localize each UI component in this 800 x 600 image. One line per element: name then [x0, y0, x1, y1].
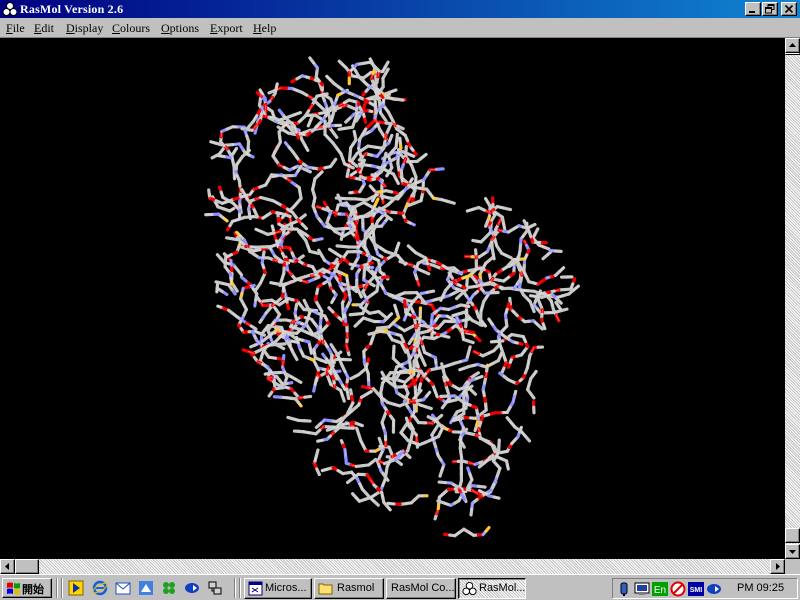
scroll-left-button[interactable] — [0, 559, 15, 574]
taskbar-separator — [234, 578, 236, 598]
taskbar-clock[interactable]: PM 09:25 — [737, 582, 784, 594]
scroll-up-button[interactable] — [785, 38, 800, 53]
horizontal-scrollbar[interactable] — [0, 559, 785, 574]
taskbar-separator — [239, 578, 241, 598]
internet-explorer-icon[interactable] — [92, 580, 108, 596]
microsoft-window-icon — [248, 581, 263, 596]
task-button-rasmol-active[interactable]: RasMol... — [458, 578, 526, 599]
menu-options[interactable]: Options — [161, 21, 199, 36]
windows-logo-icon — [7, 582, 20, 595]
arrow-left-icon — [5, 563, 9, 570]
channels-icon[interactable] — [138, 580, 154, 596]
clover-icon[interactable] — [161, 580, 177, 596]
taskbar: 開始 Micros... Rasmol RasMol Co... RasMol.… — [0, 574, 800, 600]
keyboard-language-label: En — [654, 585, 666, 596]
keyboard-en-icon[interactable]: En — [652, 581, 668, 597]
arrow-icon[interactable] — [184, 580, 200, 596]
network-icon[interactable] — [207, 580, 223, 596]
arrow-icon[interactable] — [706, 581, 722, 597]
protein-molecule-render — [204, 56, 581, 538]
arrow-right-icon — [776, 563, 780, 570]
system-tray: En SMI PM 09:25 — [612, 578, 798, 599]
taskbar-separator — [56, 578, 58, 598]
sound-icon[interactable] — [616, 581, 632, 597]
task-label: RasMol Co... — [391, 582, 455, 594]
title-bar[interactable]: RasMol Version 2.6 — [0, 0, 800, 18]
vertical-scroll-thumb-bottom[interactable] — [785, 528, 800, 543]
close-icon — [784, 4, 794, 14]
start-button[interactable]: 開始 — [2, 578, 52, 598]
rasmol-atoms-icon — [2, 2, 18, 16]
task-label: Micros... — [265, 582, 307, 594]
rasmol-atoms-icon — [462, 581, 477, 596]
app-badge-label: SMI — [690, 587, 703, 594]
vertical-scroll-thumb[interactable] — [785, 53, 800, 55]
start-label: 開始 — [22, 584, 44, 596]
menu-help[interactable]: Help — [253, 21, 276, 36]
bond-sticks — [204, 56, 581, 538]
outlook-express-icon[interactable] — [115, 580, 131, 596]
close-button[interactable] — [781, 2, 797, 16]
maximize-button[interactable] — [762, 2, 778, 16]
horizontal-scroll-thumb[interactable] — [15, 559, 39, 574]
restore-icon — [765, 4, 775, 14]
arrow-down-icon — [789, 550, 796, 554]
taskbar-separator — [61, 578, 63, 598]
menu-colours[interactable]: Colours — [112, 21, 150, 36]
menu-edit[interactable]: Edit — [34, 21, 54, 36]
molecule-viewport[interactable] — [0, 38, 785, 559]
menu-bar: File Edit Display Colours Options Export… — [0, 18, 800, 38]
task-label: RasMol... — [479, 582, 526, 594]
menu-display[interactable]: Display — [66, 21, 103, 36]
task-button-microsoft[interactable]: Micros... — [244, 578, 312, 599]
minimize-button[interactable] — [745, 2, 761, 16]
folder-icon — [318, 583, 333, 595]
monitor-icon[interactable] — [634, 581, 650, 597]
scrollbar-corner — [785, 559, 800, 574]
media-player-icon[interactable] — [68, 580, 84, 596]
menu-export[interactable]: Export — [210, 21, 243, 36]
minimize-icon — [749, 11, 755, 13]
scroll-right-button[interactable] — [770, 559, 785, 574]
scroll-down-button[interactable] — [785, 544, 800, 559]
app-badge-icon[interactable]: SMI — [688, 581, 704, 597]
arrow-up-icon — [789, 43, 796, 47]
task-button-rasmol-command[interactable]: RasMol Co... — [386, 578, 456, 599]
task-label: Rasmol — [337, 582, 375, 594]
menu-file[interactable]: File — [6, 21, 25, 36]
task-button-rasmol-folder[interactable]: Rasmol — [314, 578, 384, 599]
vertical-scrollbar[interactable] — [785, 38, 800, 559]
window-title: RasMol Version 2.6 — [20, 2, 124, 16]
no-entry-icon[interactable] — [670, 581, 686, 597]
